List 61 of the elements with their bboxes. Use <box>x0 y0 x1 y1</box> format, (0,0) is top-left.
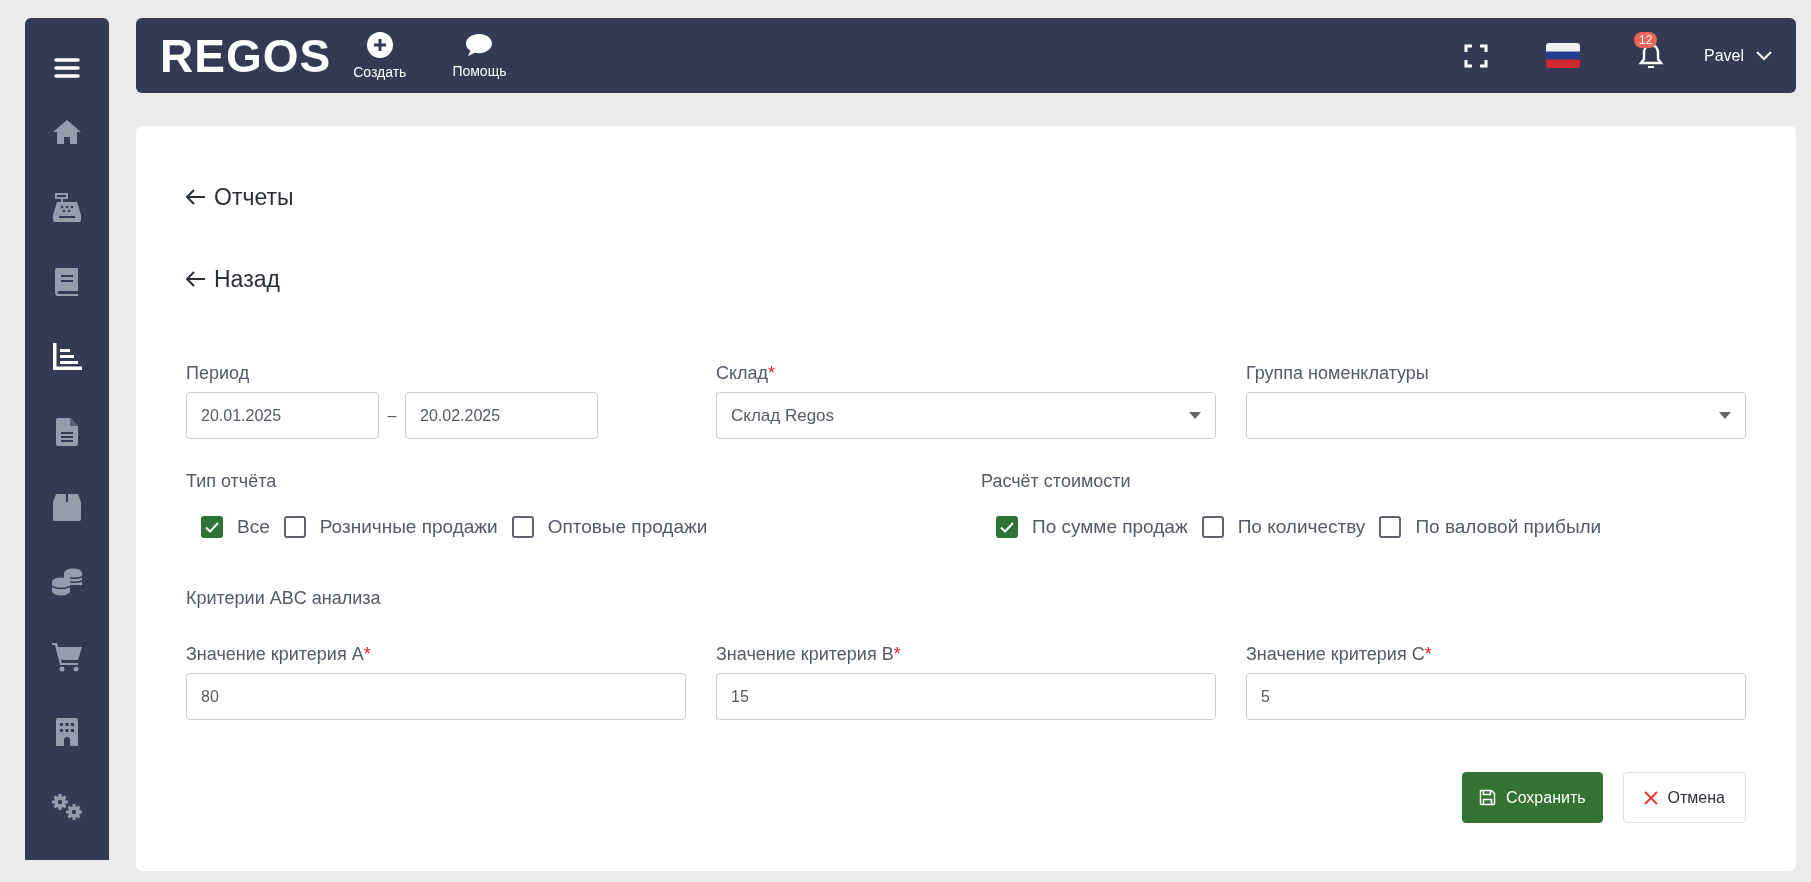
section-title: Критерии ABC анализа <box>186 588 382 609</box>
input-field[interactable]: 80 <box>186 673 686 720</box>
checkbox-option[interactable]: По валовой прибыли <box>1379 516 1602 538</box>
save-button[interactable]: Сохранить <box>1462 772 1603 823</box>
back-link[interactable]: Назад <box>186 262 280 296</box>
book-icon[interactable] <box>54 266 80 297</box>
date-field[interactable]: 20.02.2025 <box>405 392 598 439</box>
select-field[interactable]: Склад Regos <box>716 392 1216 439</box>
logo[interactable]: REGOS <box>160 28 332 83</box>
checkbox-option[interactable]: Оптовые продажи <box>511 516 708 538</box>
dropdown-caret-icon <box>1189 412 1201 419</box>
building-icon[interactable] <box>55 716 79 747</box>
box-icon[interactable] <box>52 492 82 521</box>
gears-icon[interactable] <box>51 792 83 821</box>
checkbox-option[interactable]: Все <box>201 516 270 538</box>
cash-register-icon[interactable] <box>52 191 82 222</box>
document-icon[interactable] <box>55 416 79 447</box>
fullscreen-icon[interactable] <box>1463 43 1488 68</box>
date-field[interactable]: 20.01.2025 <box>186 392 379 439</box>
checkbox[interactable] <box>201 516 223 538</box>
input-field[interactable]: 5 <box>1246 673 1746 720</box>
cart-icon[interactable] <box>51 641 83 672</box>
cancel-button[interactable]: Отмена <box>1622 772 1746 823</box>
dropdown-caret-icon <box>1719 412 1731 419</box>
plus-icon <box>366 31 393 58</box>
checkmark-icon <box>1000 521 1014 533</box>
checkbox-option[interactable]: Розничные продажи <box>283 516 498 538</box>
select-field[interactable] <box>1246 392 1746 439</box>
back-link[interactable]: Отчеты <box>186 180 294 214</box>
checkbox[interactable] <box>1201 516 1224 538</box>
checkmark-icon <box>205 521 219 533</box>
home-icon[interactable] <box>52 118 82 145</box>
field-label: Значение критерия B* <box>716 644 902 665</box>
toolbar-button[interactable]: Помощь <box>444 32 515 79</box>
field-label: Группа номенклатуры <box>1246 363 1430 384</box>
coins-icon[interactable] <box>51 566 83 597</box>
notification-badge: 12 <box>1633 31 1658 48</box>
field-label: Период <box>186 363 251 384</box>
speech-bubble-icon <box>465 32 494 57</box>
group-label: Расчёт стоимости <box>981 471 1132 492</box>
arrow-left-icon <box>186 189 206 205</box>
chart-icon[interactable] <box>52 342 82 371</box>
checkbox[interactable] <box>996 516 1018 538</box>
chevron-down-icon <box>1756 50 1772 61</box>
toolbar-button[interactable]: Создать <box>345 31 415 80</box>
checkbox[interactable] <box>1379 516 1402 538</box>
group-label: Тип отчёта <box>186 471 278 492</box>
flag-icon[interactable] <box>1545 43 1580 68</box>
arrow-left-icon <box>186 271 206 287</box>
checkbox[interactable] <box>511 516 534 538</box>
field-label: Склад* <box>716 363 777 384</box>
checkbox[interactable] <box>283 516 306 538</box>
field-label: Значение критерия A* <box>186 644 372 665</box>
field-label: Значение критерия C* <box>1246 644 1433 665</box>
close-icon <box>1643 790 1658 805</box>
checkbox-option[interactable]: По сумме продаж <box>996 516 1188 538</box>
menu-icon[interactable] <box>54 57 80 79</box>
checkbox-option[interactable]: По количеству <box>1201 516 1366 538</box>
user-menu[interactable]: Pavel <box>1703 46 1772 65</box>
range-separator: – <box>386 406 398 425</box>
input-field[interactable]: 15 <box>716 673 1216 720</box>
